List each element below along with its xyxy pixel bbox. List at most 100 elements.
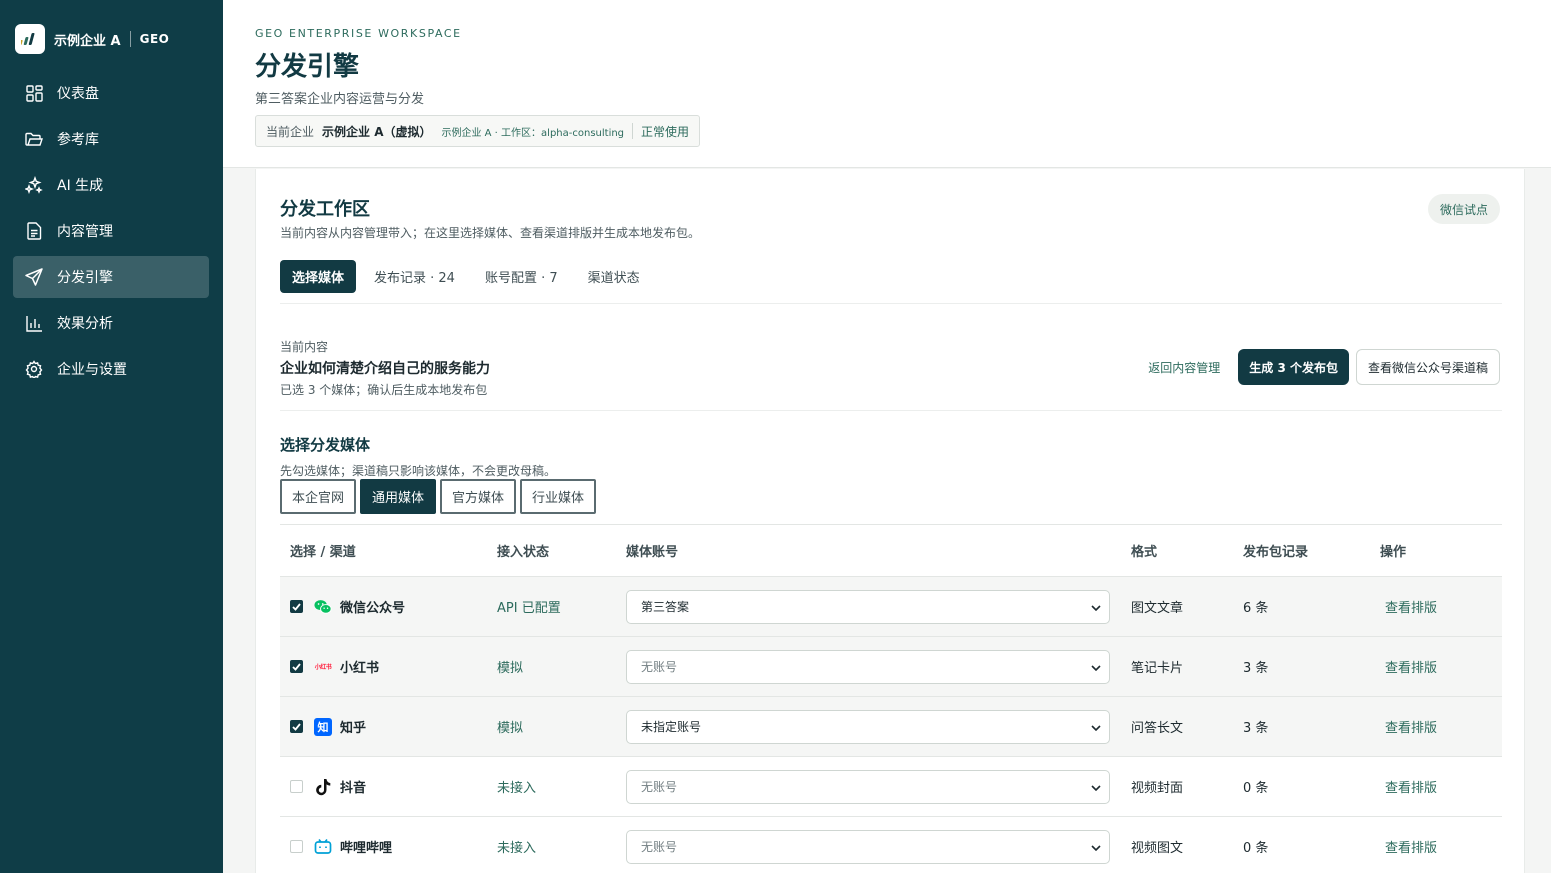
enterprise-label: 当前企业 [266,124,315,139]
view-layout-link[interactable]: 查看排版 [1380,717,1502,736]
row-checkbox[interactable] [290,600,303,613]
channel-cell: 抖音 [280,777,497,796]
row-checkbox[interactable] [290,720,303,733]
tab-select-media[interactable]: 选择媒体 [280,260,357,293]
records-cell: 0 条 [1243,841,1269,856]
douyin-icon [314,778,332,796]
generate-packages-button[interactable]: 生成 3 个发布包 [1238,349,1349,385]
view-layout-link[interactable]: 查看排版 [1380,777,1502,796]
sidebar-item-label: AI 生成 [57,178,104,194]
brand-product: GEO [139,32,170,46]
sidebar-nav: 仪表盘 参考库 AI 生成 内容管理 分发引擎 效果分析 企业与设置 [13,72,209,394]
row-checkbox[interactable] [290,780,303,793]
select-media-title: 选择分发媒体 [280,436,371,454]
sidebar-item-ai-generate[interactable]: AI 生成 [13,164,209,206]
xiaohongshu-icon: 小红书 [314,658,332,676]
brand-name: 示例企业 A [54,33,121,49]
zhihu-icon: 知 [314,717,332,736]
row-checkbox[interactable] [290,840,303,853]
connection-status: 未接入 [497,781,537,796]
brand-divider [129,31,131,47]
tab-channel-status[interactable]: 渠道状态 [576,260,652,293]
account-select-value: 无账号 [641,780,678,794]
connection-status: 未接入 [497,841,537,856]
chevron-down-icon [1091,840,1101,854]
account-cell: 无账号 [626,829,1131,864]
current-content-label: 当前内容 [280,340,329,354]
records-cell: 6 条 [1243,601,1269,616]
wechat-pilot-badge: 微信试点 [1427,194,1500,224]
chevron-down-icon [1091,720,1101,734]
dashboard-icon [25,84,43,102]
account-select[interactable]: 无账号 [626,829,1110,864]
page-subtitle: 第三答案企业内容运营与分发 [255,92,425,107]
brand[interactable]: 示例企业 A GEO [15,24,169,54]
chevron-down-icon [1091,660,1101,674]
view-layout-link[interactable]: 查看排版 [1380,597,1502,616]
connection-status: API 已配置 [497,601,561,616]
workspace-tabs: 选择媒体 发布记录 · 24 账号配置 · 7 渠道状态 [280,260,658,293]
channel-name: 小红书 [340,661,380,676]
media-category-segment: 本企官网 通用媒体 官方媒体 行业媒体 [280,479,600,514]
channel-cell: 微信公众号 [280,597,497,616]
sidebar-item-label: 分发引擎 [57,270,113,286]
segment-official-media[interactable]: 官方媒体 [440,479,517,514]
channel-name: 哔哩哔哩 [340,841,393,856]
column-header-format: 格式 [1131,545,1158,560]
enterprise-name: 示例企业 A（虚拟） [322,124,432,139]
sidebar-item-content[interactable]: 内容管理 [13,210,209,252]
account-select[interactable]: 第三答案 [626,589,1110,624]
sidebar: 示例企业 A GEO 仪表盘 参考库 AI 生成 内容管理 分发引擎 效果分析 … [0,0,223,873]
connection-status: 模拟 [497,721,524,736]
sidebar-item-distribution[interactable]: 分发引擎 [13,256,209,298]
tab-account-config[interactable]: 账号配置 · 7 [473,260,570,293]
enterprise-divider [632,123,634,139]
account-select-value: 无账号 [641,840,678,854]
segment-own-website[interactable]: 本企官网 [280,479,357,514]
brand-logo-icon [15,24,45,54]
segment-general-media[interactable]: 通用媒体 [360,479,437,514]
column-header-status: 接入状态 [497,545,550,560]
segment-industry-media[interactable]: 行业媒体 [520,479,597,514]
send-icon [25,268,43,286]
current-content-actions: 返回内容管理 生成 3 个发布包 查看微信公众号渠道稿 [1148,349,1500,385]
connection-status: 模拟 [497,661,524,676]
format-cell: 问答长文 [1131,721,1184,736]
view-layout-link[interactable]: 查看排版 [1380,657,1502,676]
account-select[interactable]: 无账号 [626,769,1110,804]
bar-chart-icon [25,314,43,332]
back-to-content-link[interactable]: 返回内容管理 [1148,359,1220,376]
table-row: 小红书 小红书 模拟 无账号 笔记卡片 3 条 查看排版 [280,637,1502,697]
distribution-workspace: 分发工作区 当前内容从内容管理带入；在这里选择媒体、查看渠道排版并生成本地发布包… [255,169,1525,873]
wechat-icon [314,598,332,616]
row-checkbox[interactable] [290,660,303,673]
enterprise-status: 正常使用 [641,124,690,139]
sidebar-item-dashboard[interactable]: 仪表盘 [13,72,209,114]
sidebar-item-analytics[interactable]: 效果分析 [13,302,209,344]
bilibili-icon [314,838,332,856]
account-cell: 第三答案 [626,589,1131,624]
records-cell: 0 条 [1243,781,1269,796]
records-cell: 3 条 [1243,661,1269,676]
format-cell: 图文文章 [1131,601,1184,616]
document-icon [25,222,43,240]
column-header-action: 操作 [1380,545,1407,560]
table-row: 抖音 未接入 无账号 视频封面 0 条 查看排版 [280,757,1502,817]
sidebar-item-settings[interactable]: 企业与设置 [13,348,209,390]
view-wechat-draft-button[interactable]: 查看微信公众号渠道稿 [1355,349,1500,385]
tab-publish-records[interactable]: 发布记录 · 24 [362,260,467,293]
account-select[interactable]: 未指定账号 [626,709,1110,744]
table-row: 微信公众号 API 已配置 第三答案 图文文章 6 条 查看排版 [280,577,1502,637]
account-select[interactable]: 无账号 [626,649,1110,684]
folder-icon [25,130,43,148]
view-layout-link[interactable]: 查看排版 [1380,837,1502,856]
column-header-account: 媒体账号 [626,545,679,560]
page-title: 分发引擎 [255,52,360,82]
sidebar-item-reference[interactable]: 参考库 [13,118,209,160]
channel-cell: 知 知乎 [280,717,497,736]
workspace-title: 分发工作区 [280,199,370,220]
sidebar-item-label: 效果分析 [57,316,113,332]
column-header-channel: 选择 / 渠道 [290,545,356,560]
column-header-records: 发布包记录 [1243,545,1309,560]
sidebar-item-label: 内容管理 [57,224,113,240]
